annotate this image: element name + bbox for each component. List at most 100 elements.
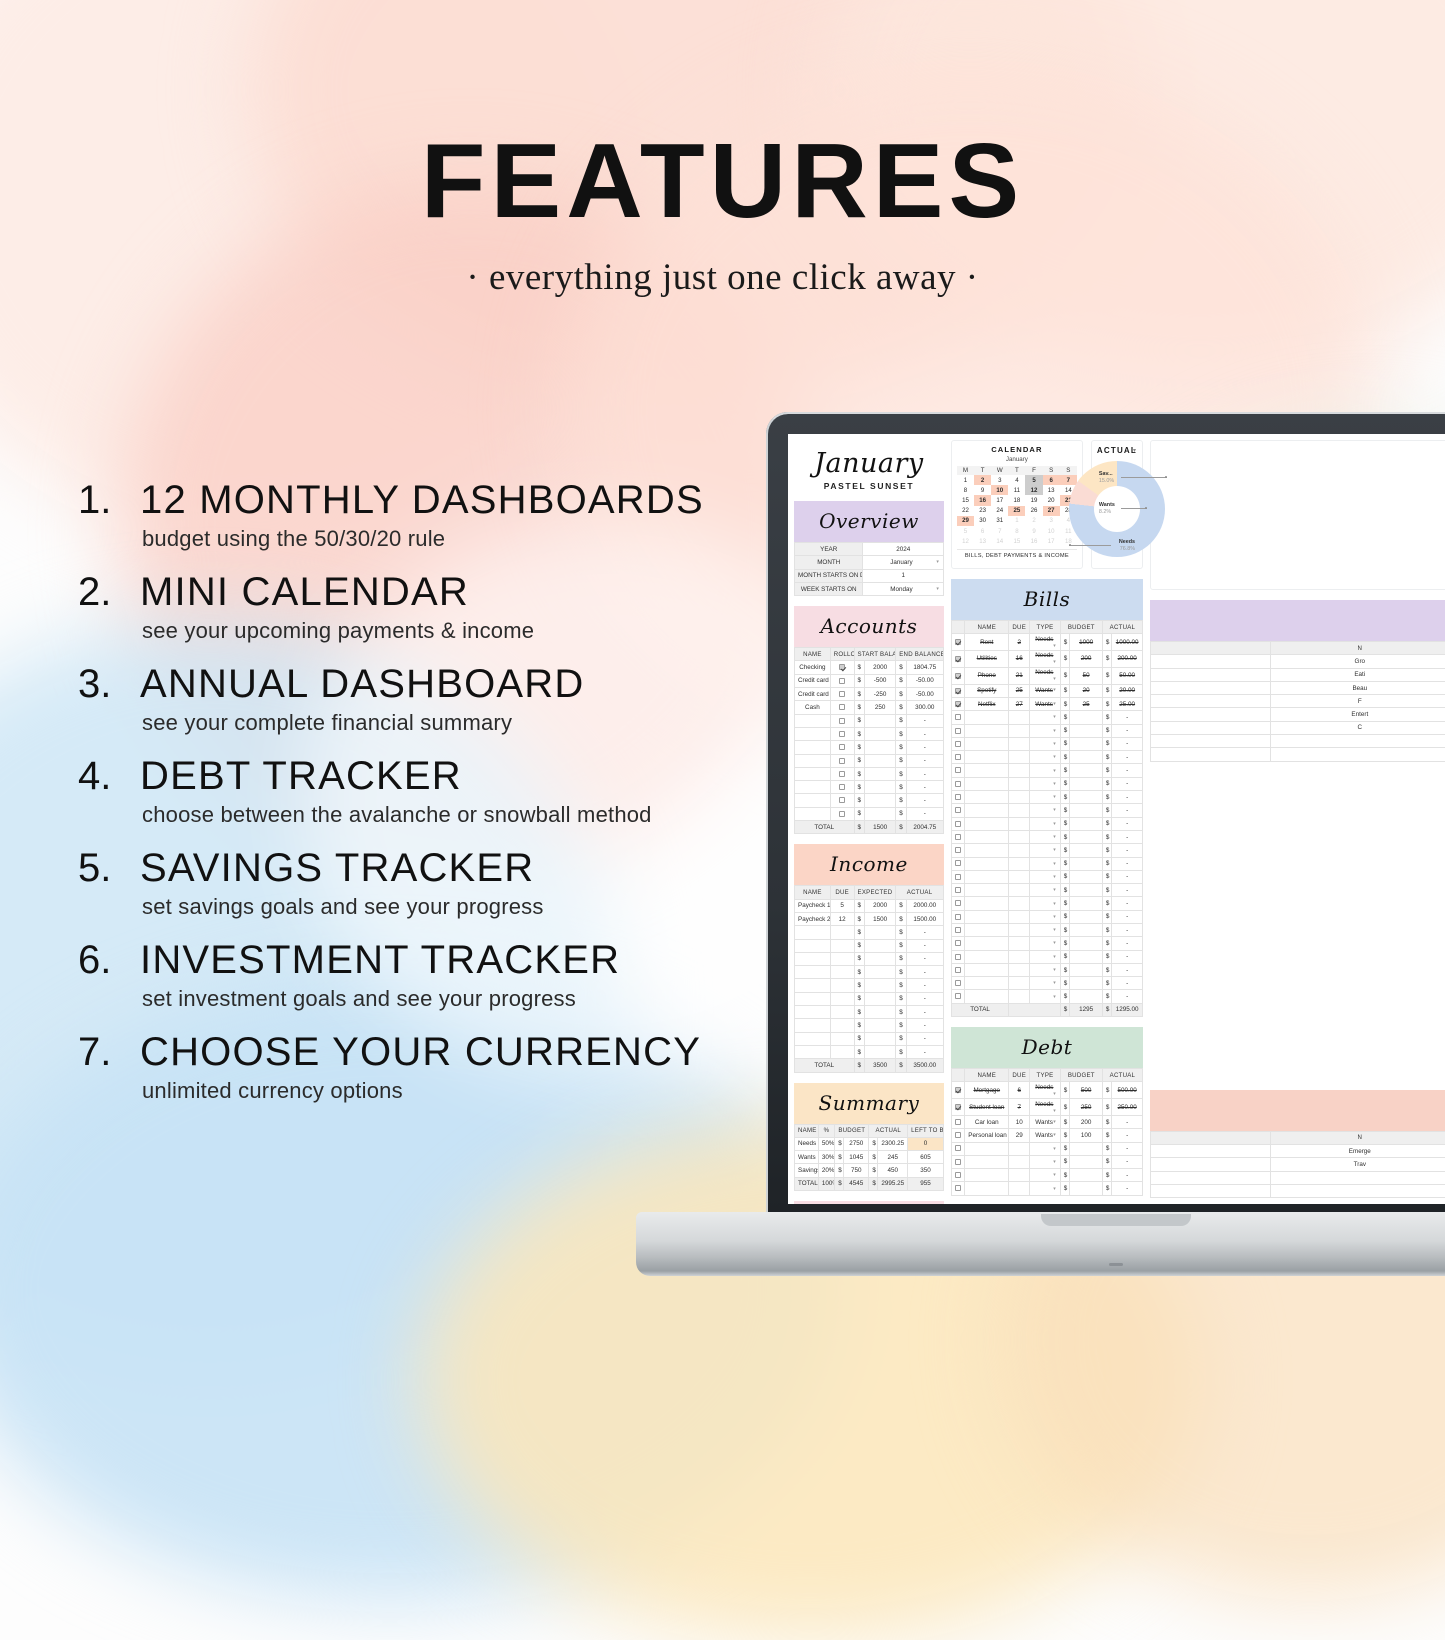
table-row[interactable]: $$- xyxy=(795,1032,944,1045)
checkbox-icon[interactable] xyxy=(955,656,961,662)
checkbox-icon[interactable] xyxy=(955,1159,961,1165)
table-row[interactable]: Gro xyxy=(1151,655,1445,668)
checkbox-cell[interactable] xyxy=(951,937,964,950)
table-row[interactable]: Student loan7Needs$250$250.00 xyxy=(951,1099,1142,1116)
checkbox-cell[interactable] xyxy=(951,697,964,710)
checkbox-cell[interactable] xyxy=(830,674,854,687)
table-row[interactable]: MONTH STARTS ON DAY1 xyxy=(795,569,944,582)
table-row[interactable]: $$- xyxy=(795,1045,944,1058)
checkbox-cell[interactable] xyxy=(951,830,964,843)
bill-type[interactable] xyxy=(1030,923,1061,936)
checkbox-cell[interactable] xyxy=(951,817,964,830)
checkbox-cell[interactable] xyxy=(951,963,964,976)
table-row[interactable]: $$- xyxy=(795,992,944,1005)
checkbox-cell[interactable] xyxy=(951,791,964,804)
checkbox-cell[interactable] xyxy=(951,804,964,817)
table-row[interactable]: Wants30%$1045$245605 xyxy=(795,1151,944,1164)
bill-type[interactable]: Needs xyxy=(1030,1099,1061,1116)
calendar-day[interactable]: 13 xyxy=(1043,485,1060,495)
calendar-day[interactable]: 7 xyxy=(991,526,1008,536)
checkbox-cell[interactable] xyxy=(951,1115,964,1128)
checkbox-cell[interactable] xyxy=(951,711,964,724)
bill-type[interactable] xyxy=(1030,830,1061,843)
bill-type[interactable] xyxy=(1030,990,1061,1003)
calendar-day[interactable]: 19 xyxy=(1025,495,1042,505)
table-row[interactable]: $$- xyxy=(951,1155,1142,1168)
checkbox-cell[interactable] xyxy=(951,870,964,883)
checkbox-cell[interactable] xyxy=(951,857,964,870)
checkbox-cell[interactable] xyxy=(830,794,854,807)
calendar-day[interactable]: 20 xyxy=(1043,495,1060,505)
checkbox-cell[interactable] xyxy=(830,727,854,740)
checkbox-cell[interactable] xyxy=(951,923,964,936)
table-row[interactable]: $$- xyxy=(795,952,944,965)
checkbox-icon[interactable] xyxy=(839,797,845,803)
checkbox-icon[interactable] xyxy=(955,781,961,787)
checkbox-icon[interactable] xyxy=(955,874,961,880)
calendar-day[interactable]: 13 xyxy=(974,536,991,546)
table-row[interactable]: $$- xyxy=(951,764,1142,777)
table-row[interactable]: $$- xyxy=(951,817,1142,830)
table-row[interactable]: $$- xyxy=(951,897,1142,910)
debt-table[interactable]: NAMEDUETYPEBUDGETACTUAL Mortgage6Needs$5… xyxy=(951,1068,1143,1196)
secondary-chart-card[interactable] xyxy=(1150,440,1445,590)
table-row[interactable]: $$- xyxy=(951,857,1142,870)
table-row[interactable]: Phone21Needs$50$50.00 xyxy=(951,667,1142,684)
table-row[interactable]: $$- xyxy=(951,963,1142,976)
table-row[interactable]: $$- xyxy=(795,741,944,754)
table-row[interactable]: $$- xyxy=(951,777,1142,790)
table-row[interactable]: Needs50%$2750$2300.250 xyxy=(795,1137,944,1150)
table-row[interactable]: Paycheck 212$1500$1500.00 xyxy=(795,912,944,925)
bill-type[interactable] xyxy=(1030,963,1061,976)
checkbox-cell[interactable] xyxy=(830,714,854,727)
checkbox-icon[interactable] xyxy=(955,1185,961,1191)
table-row[interactable]: F xyxy=(1151,695,1445,708)
overview-row-value[interactable]: Monday xyxy=(863,582,943,595)
checkbox-cell[interactable] xyxy=(951,651,964,668)
table-row[interactable] xyxy=(1151,735,1445,748)
bill-type[interactable] xyxy=(1030,1182,1061,1195)
calendar-day[interactable]: 27 xyxy=(1043,506,1060,516)
checkbox-cell[interactable] xyxy=(951,1155,964,1168)
table-row[interactable]: Credit card 1$-500$-50.00 xyxy=(795,674,944,687)
table-row[interactable]: MONTHJanuary xyxy=(795,556,944,569)
calendar-day[interactable]: 30 xyxy=(974,516,991,526)
table-row[interactable]: $$- xyxy=(951,751,1142,764)
table-row[interactable]: $$- xyxy=(951,830,1142,843)
calendar-day[interactable]: 12 xyxy=(1025,485,1042,495)
bill-type[interactable]: Wants xyxy=(1030,1129,1061,1142)
table-row[interactable]: $$- xyxy=(951,990,1142,1003)
calendar-day[interactable]: 5 xyxy=(1025,475,1042,485)
table-row[interactable]: $$- xyxy=(951,884,1142,897)
table-row[interactable]: $$- xyxy=(795,781,944,794)
table-row[interactable]: Credit card 2$-250$-50.00 xyxy=(795,688,944,701)
checkbox-icon[interactable] xyxy=(955,741,961,747)
overview-row-value[interactable]: 1 xyxy=(863,569,943,582)
calendar-day[interactable]: 10 xyxy=(1043,526,1060,536)
calendar-day[interactable]: 2 xyxy=(1025,516,1042,526)
table-row[interactable]: $$- xyxy=(951,910,1142,923)
checkbox-icon[interactable] xyxy=(839,771,845,777)
table-row[interactable]: Savings20%$750$450350 xyxy=(795,1164,944,1177)
checkbox-icon[interactable] xyxy=(839,664,845,670)
table-row[interactable]: $$- xyxy=(951,724,1142,737)
table-row[interactable]: WEEK STARTS ONMonday xyxy=(795,582,944,595)
calendar-day[interactable]: 24 xyxy=(991,506,1008,516)
calendar-day[interactable]: 3 xyxy=(991,475,1008,485)
calendar-day[interactable]: 1 xyxy=(1008,516,1025,526)
table-row[interactable]: Eati xyxy=(1151,668,1445,681)
checkbox-cell[interactable] xyxy=(951,950,964,963)
checkbox-icon[interactable] xyxy=(955,754,961,760)
checkbox-icon[interactable] xyxy=(955,673,961,679)
checkbox-icon[interactable] xyxy=(955,1172,961,1178)
calendar-day[interactable]: 22 xyxy=(957,506,974,516)
calendar-day[interactable]: 6 xyxy=(1043,475,1060,485)
checkbox-cell[interactable] xyxy=(951,990,964,1003)
table-row[interactable]: $$- xyxy=(951,1182,1142,1195)
bill-type[interactable]: Needs xyxy=(1030,634,1061,651)
checkbox-cell[interactable] xyxy=(830,754,854,767)
calendar-day[interactable]: 16 xyxy=(1025,536,1042,546)
expenses-table[interactable]: N GroEatiBeauFEntertC xyxy=(1150,641,1445,762)
checkbox-cell[interactable] xyxy=(951,751,964,764)
overview-row-value[interactable]: January xyxy=(863,556,943,569)
